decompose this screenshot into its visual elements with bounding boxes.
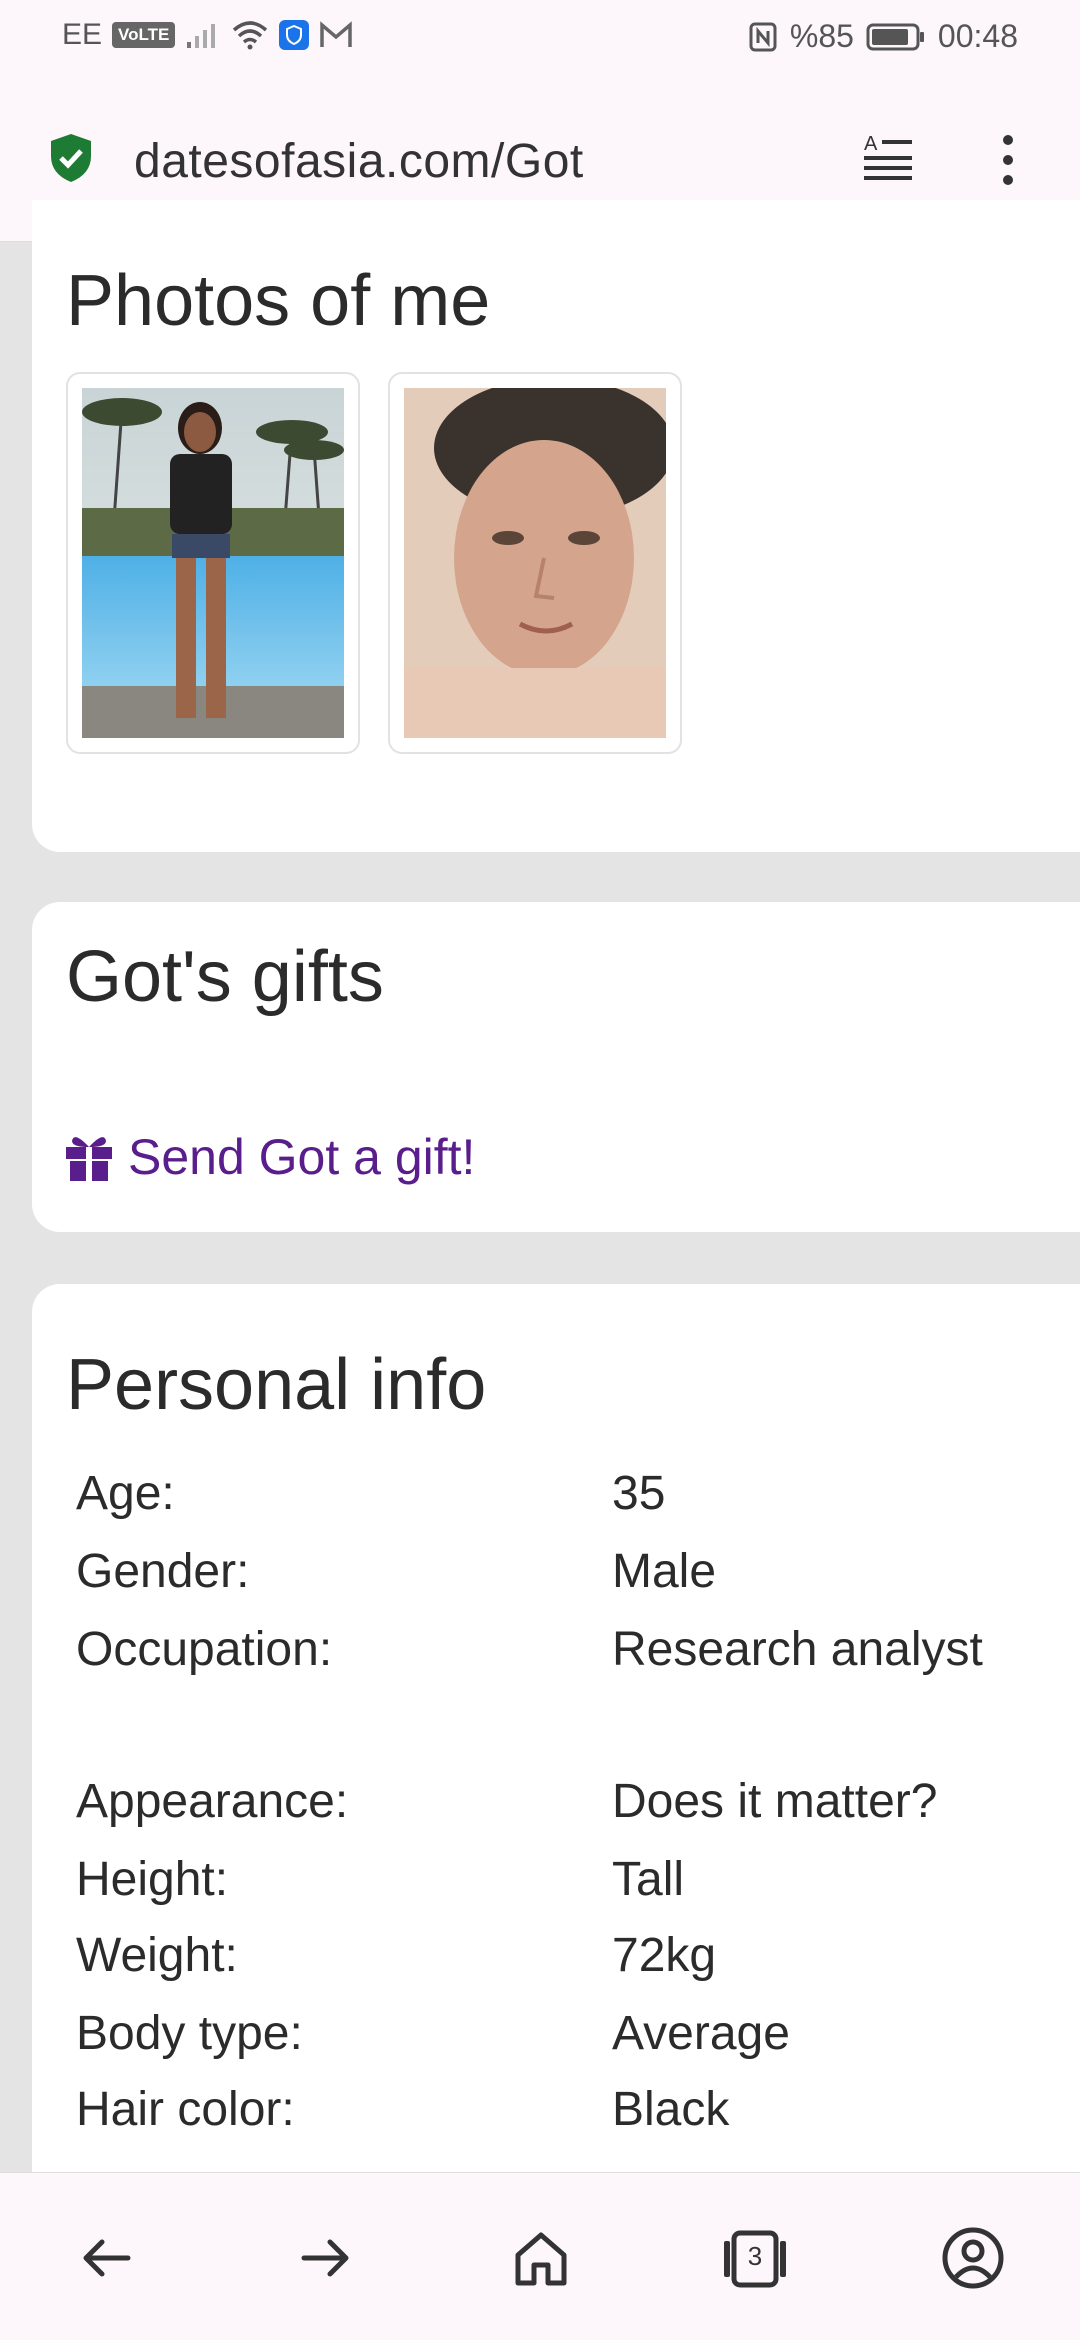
info-label: Gender:	[76, 1545, 250, 1598]
info-label: Occupation:	[76, 1623, 333, 1676]
send-gift-link[interactable]: Send Got a gift!	[64, 1128, 475, 1186]
info-value: Research analyst	[612, 1623, 983, 1676]
back-arrow-icon[interactable]	[72, 2223, 142, 2293]
gift-icon	[66, 1137, 112, 1181]
signal-icon	[187, 24, 216, 48]
svg-text:A: A	[864, 133, 878, 155]
gifts-title: Got's gifts	[66, 937, 384, 1017]
clock: 00:48	[937, 18, 1018, 54]
account-icon[interactable]	[938, 2223, 1008, 2293]
info-value: Tall	[612, 1853, 685, 1906]
photo-thumbnail[interactable]	[66, 372, 360, 754]
send-gift-label: Send Got a gift!	[128, 1129, 476, 1185]
gifts-section: Got's gifts Send Got a gift!	[32, 902, 1080, 1232]
carrier-label: EE	[62, 18, 103, 51]
photo-selfie	[404, 388, 666, 738]
status-bar-left: EE VoLTE	[62, 18, 353, 52]
personal-info-section: Personal info Age: 35 Gender: Male Occup…	[32, 1284, 1080, 2284]
status-bar: EE VoLTE %85 00:48	[0, 0, 1080, 72]
info-label: Appearance:	[76, 1775, 349, 1828]
battery-percent: %85	[789, 18, 854, 54]
tabs-button[interactable]: 3	[720, 2223, 790, 2293]
nfc-icon	[749, 22, 777, 51]
info-label: Hair color:	[76, 2083, 295, 2136]
bottom-navigation: 3	[0, 2172, 1080, 2340]
more-options-icon[interactable]	[996, 130, 1020, 190]
info-value: Average	[612, 2007, 790, 2060]
info-value: 72kg	[612, 1929, 717, 1982]
info-label: Weight:	[76, 1929, 238, 1982]
volte-badge: VoLTE	[112, 22, 176, 48]
info-label: Age:	[76, 1467, 175, 1520]
battery-icon	[866, 23, 924, 50]
reader-mode-icon[interactable]: A	[862, 130, 914, 186]
photos-section: Photos of me	[32, 200, 1080, 852]
info-value: Does it matter?	[612, 1775, 938, 1828]
info-label: Height:	[76, 1853, 229, 1906]
info-value: Male	[612, 1545, 717, 1598]
url-field[interactable]: datesofasia.com/Got	[134, 134, 584, 189]
info-label: Body type:	[76, 2007, 303, 2060]
home-icon[interactable]	[506, 2223, 576, 2293]
info-value: 35	[612, 1467, 666, 1520]
secure-shield-icon[interactable]	[48, 132, 94, 184]
vpn-shield-icon	[279, 20, 310, 50]
wifi-icon	[233, 21, 268, 50]
photos-title: Photos of me	[66, 261, 491, 341]
info-value: Black	[612, 2083, 730, 2136]
gmail-icon	[320, 21, 353, 47]
personal-info-title: Personal info	[66, 1345, 487, 1425]
photo-thumbnail[interactable]	[388, 372, 682, 754]
status-bar-right: %85 00:48	[748, 18, 1018, 55]
photo-pool	[82, 388, 344, 738]
forward-arrow-icon[interactable]	[290, 2223, 360, 2293]
tab-count: 3	[747, 2241, 763, 2271]
